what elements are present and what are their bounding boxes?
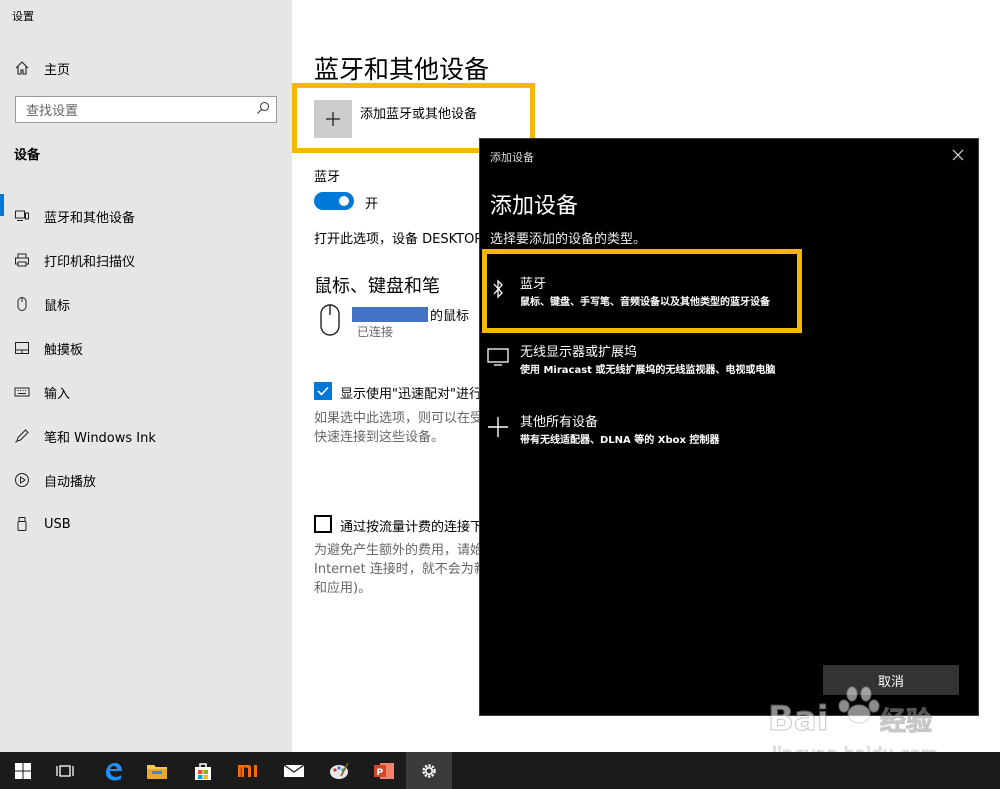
sidebar-nav: 蓝牙和其他设备 打印机和扫描仪 鼠标 触摸板 输入 笔和 Windows Ink… xyxy=(0,194,292,546)
sidebar-section-title: 设备 xyxy=(14,148,41,163)
option-subtitle: 带有无线适配器、DLNA 等的 Xbox 控制器 xyxy=(520,435,720,446)
plus-icon xyxy=(326,112,340,126)
sidebar-item-label: 笔和 Windows Ink xyxy=(44,430,156,446)
home-icon xyxy=(14,60,30,76)
option-title: 其他所有设备 xyxy=(520,415,599,430)
swift-pair-description: 如果选中此选项，则可以在受 快速连接到这些设备。 xyxy=(314,409,483,447)
edge-icon[interactable] xyxy=(90,752,136,789)
sidebar-item-label: 输入 xyxy=(44,386,71,402)
add-device-button[interactable] xyxy=(314,100,352,138)
bluetooth-icon xyxy=(486,277,510,301)
taskbar: P xyxy=(0,752,1000,789)
file-explorer-icon[interactable] xyxy=(134,752,180,789)
sidebar-item-usb[interactable]: USB xyxy=(0,502,292,546)
sidebar-item-label: 触摸板 xyxy=(44,342,84,358)
device-name-suffix: 的鼠标 xyxy=(430,309,470,324)
mail-icon[interactable] xyxy=(271,752,317,789)
option-title: 蓝牙 xyxy=(520,277,547,292)
desc-line: 和应用)。 xyxy=(314,581,372,596)
desc-line: 如果选中此选项，则可以在受 xyxy=(314,411,484,426)
search-input[interactable]: 查找设置 xyxy=(15,96,277,123)
plus-icon xyxy=(486,415,510,439)
option-subtitle: 使用 Miracast 或无线扩展坞的无线监视器、电视或电脑 xyxy=(520,365,776,376)
sidebar-item-printers[interactable]: 打印机和扫描仪 xyxy=(0,238,292,282)
sidebar-item-label: USB xyxy=(44,516,71,532)
bluetooth-description: 打开此选项，设备 DESKTOP- xyxy=(314,232,487,247)
keyboard-icon xyxy=(14,384,30,400)
printer-icon xyxy=(14,252,30,268)
search-placeholder: 查找设置 xyxy=(26,104,79,119)
option-subtitle: 鼠标、键盘、手写笔、音频设备以及其他类型的蓝牙设备 xyxy=(520,297,770,308)
sidebar-item-label: 打印机和扫描仪 xyxy=(44,254,136,270)
sidebar: 设置 主页 查找设置 设备 蓝牙和其他设备 打印机和扫描仪 鼠标 触摸板 输入 … xyxy=(0,0,292,752)
desc-line: 快速连接到这些设备。 xyxy=(314,430,445,445)
settings-icon[interactable] xyxy=(406,752,452,789)
paint-icon[interactable] xyxy=(316,752,362,789)
nav-home[interactable]: 主页 xyxy=(14,57,70,79)
option-wireless-display[interactable]: 无线显示器或扩展坞 使用 Miracast 或无线扩展坞的无线监视器、电视或电脑 xyxy=(486,341,966,391)
autoplay-icon xyxy=(14,472,30,488)
mouse-section-title: 鼠标、键盘和笔 xyxy=(314,276,440,297)
add-device-label[interactable]: 添加蓝牙或其他设备 xyxy=(360,103,477,122)
search-icon[interactable] xyxy=(256,101,270,119)
powerpoint-icon[interactable]: P xyxy=(361,752,407,789)
sidebar-item-mouse[interactable]: 鼠标 xyxy=(0,282,292,326)
device-status: 已连接 xyxy=(357,325,394,339)
sidebar-item-label: 鼠标 xyxy=(44,298,71,314)
store-icon[interactable] xyxy=(180,752,226,789)
page-title: 蓝牙和其他设备 xyxy=(314,55,490,84)
bluetooth-devices-icon xyxy=(14,208,30,224)
toggle-knob xyxy=(339,196,349,206)
app-title: 设置 xyxy=(12,10,34,23)
device-name[interactable]: 的鼠标 xyxy=(352,305,469,324)
svg-text:P: P xyxy=(377,768,384,778)
monitor-icon xyxy=(486,345,510,369)
toggle-state: 开 xyxy=(365,197,379,212)
close-icon[interactable] xyxy=(950,147,966,163)
mouse-icon xyxy=(14,296,30,312)
option-other-devices[interactable]: 其他所有设备 带有无线适配器、DLNA 等的 Xbox 控制器 xyxy=(486,411,966,461)
svg-text:Bai: Bai xyxy=(768,699,829,739)
metered-description: 为避免产生额外的费用，请始 Internet 连接时，就不会为新 和应用)。 xyxy=(314,541,487,598)
pen-icon xyxy=(14,428,30,444)
option-title: 无线显示器或扩展坞 xyxy=(520,345,638,360)
dialog-window-title: 添加设备 xyxy=(490,151,534,164)
sidebar-item-label: 蓝牙和其他设备 xyxy=(44,210,136,226)
option-bluetooth[interactable]: 蓝牙 鼠标、键盘、手写笔、音频设备以及其他类型的蓝牙设备 xyxy=(486,273,966,323)
sidebar-item-autoplay[interactable]: 自动播放 xyxy=(0,458,292,502)
sidebar-item-label: 自动播放 xyxy=(44,474,97,490)
dialog-prompt: 选择要添加的设备的类型。 xyxy=(490,232,647,247)
desc-line: Internet 连接时，就不会为新 xyxy=(314,562,487,577)
metered-checkbox[interactable] xyxy=(314,515,332,533)
dialog-heading: 添加设备 xyxy=(490,194,579,219)
nav-home-label: 主页 xyxy=(44,62,71,78)
desc-line: 为避免产生额外的费用，请始 xyxy=(314,543,484,558)
mouse-icon xyxy=(319,304,341,336)
bluetooth-label: 蓝牙 xyxy=(314,170,341,185)
checkmark-icon xyxy=(317,386,329,396)
swift-pair-checkbox[interactable] xyxy=(314,382,332,400)
sidebar-item-bluetooth[interactable]: 蓝牙和其他设备 xyxy=(0,194,292,238)
swift-pair-label[interactable]: 显示使用"迅速配对"进行 xyxy=(340,383,482,402)
sidebar-item-typing[interactable]: 输入 xyxy=(0,370,292,414)
svg-text:经验: 经验 xyxy=(880,706,932,737)
usb-icon xyxy=(14,516,30,532)
active-indicator xyxy=(0,194,4,216)
redacted-name xyxy=(352,307,428,322)
metered-label[interactable]: 通过按流量计费的连接下 xyxy=(340,516,483,535)
sidebar-item-pen[interactable]: 笔和 Windows Ink xyxy=(0,414,292,458)
sidebar-item-touchpad[interactable]: 触摸板 xyxy=(0,326,292,370)
start-icon[interactable] xyxy=(0,752,46,789)
add-device-dialog: 添加设备 添加设备 选择要添加的设备的类型。 蓝牙 鼠标、键盘、手写笔、音频设备… xyxy=(479,138,979,716)
mi-icon[interactable] xyxy=(225,752,271,789)
touchpad-icon xyxy=(14,340,30,356)
task-view-icon[interactable] xyxy=(42,752,88,789)
bluetooth-toggle[interactable] xyxy=(314,192,354,210)
